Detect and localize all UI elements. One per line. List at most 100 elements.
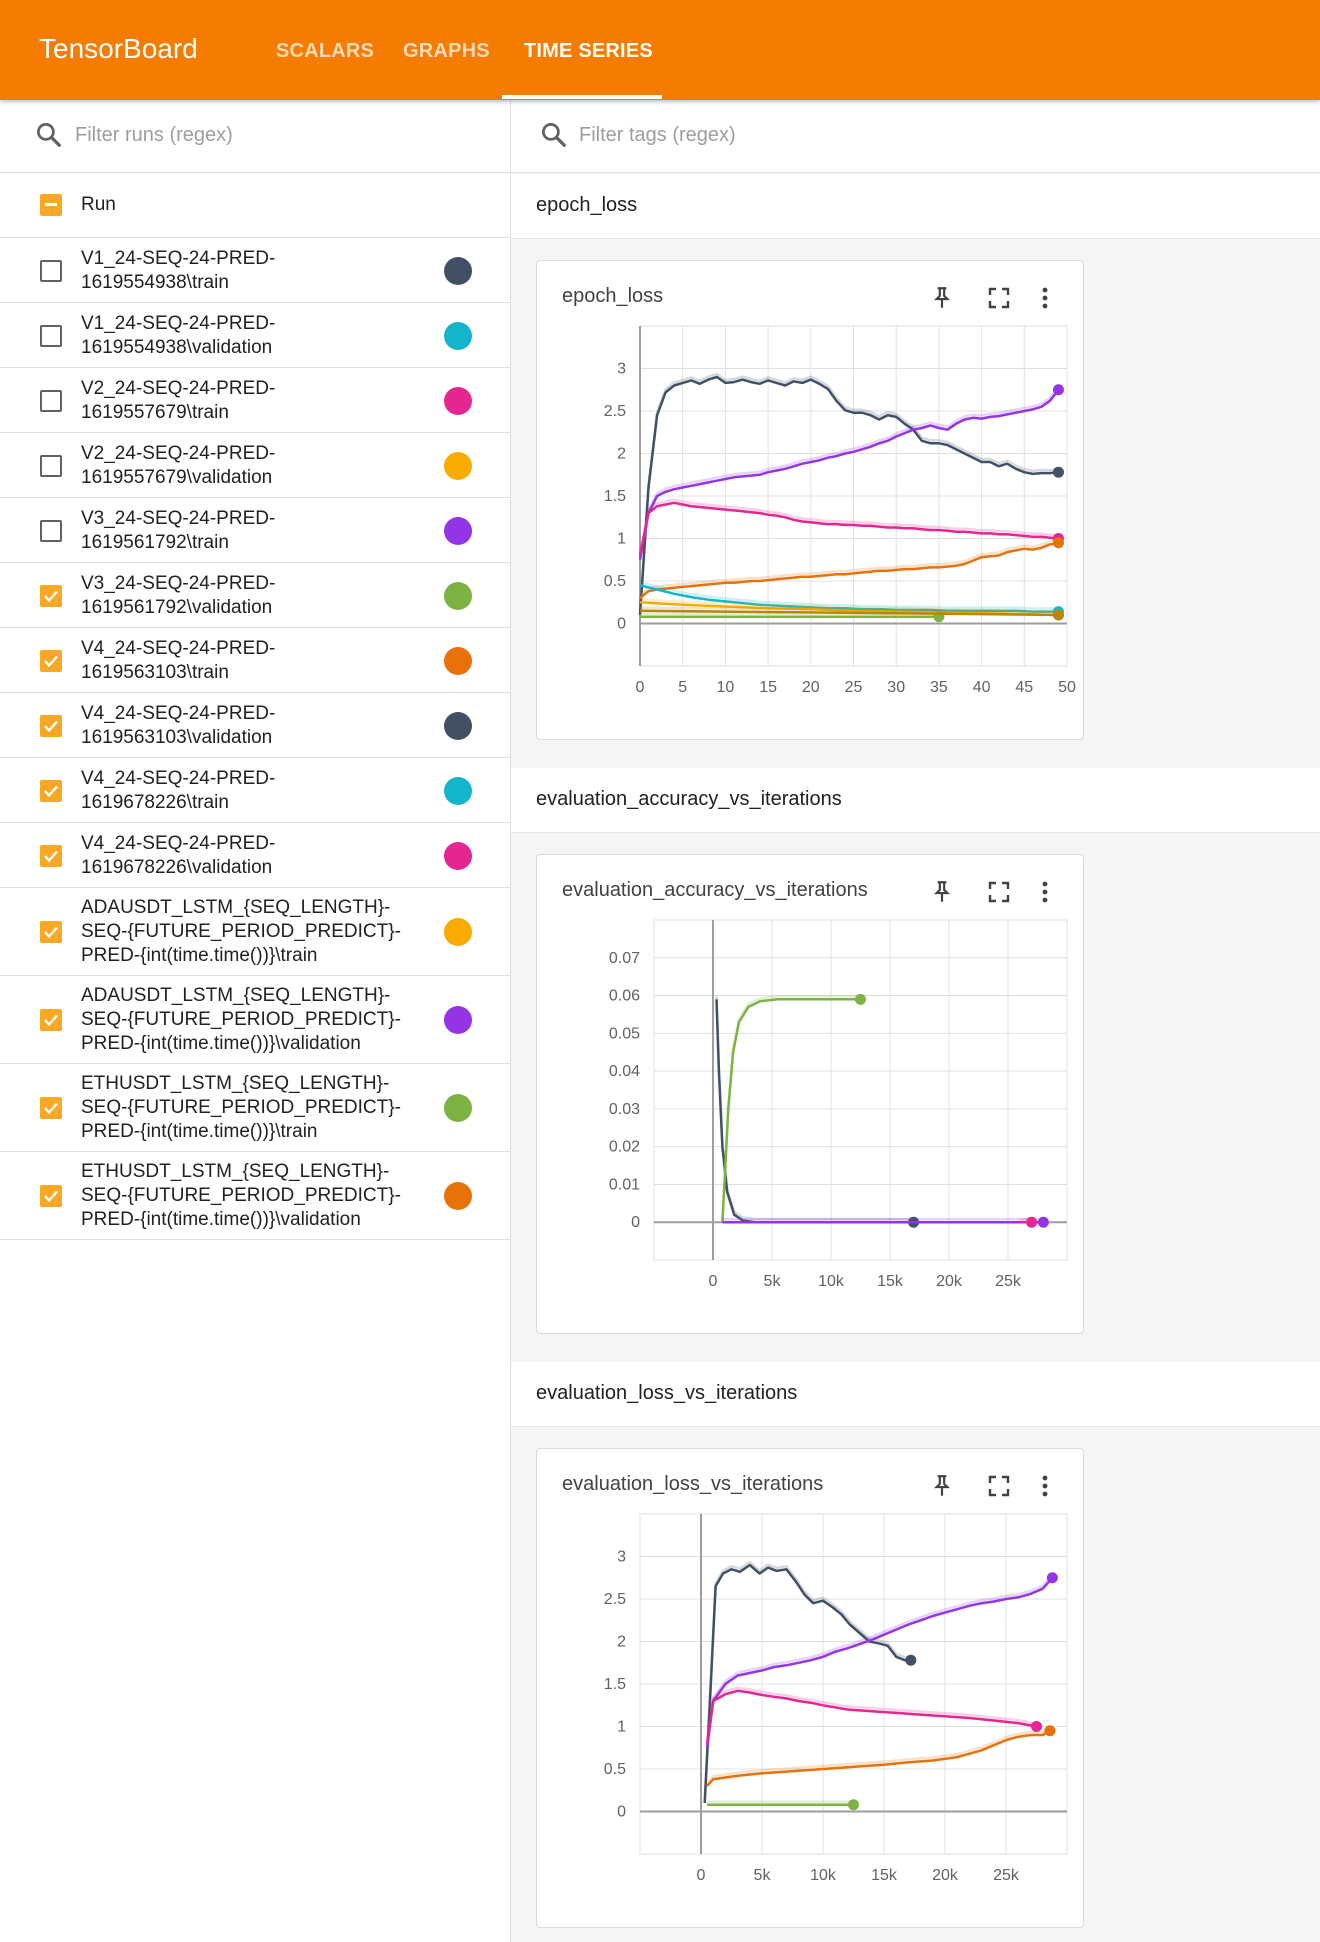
- run-color-swatch[interactable]: [444, 918, 472, 946]
- card-title: epoch_loss: [562, 285, 664, 307]
- y-tick-label: 0.03: [609, 1101, 640, 1118]
- run-checkbox[interactable]: [40, 1097, 62, 1119]
- run-row[interactable]: V1_24-SEQ-24-PRED-1619554938\validation: [0, 303, 510, 368]
- series-end-point: [1026, 1216, 1038, 1228]
- run-row[interactable]: V1_24-SEQ-24-PRED-1619554938\train: [0, 238, 510, 303]
- tab-scalars[interactable]: SCALARS: [276, 40, 374, 63]
- check-icon: [44, 1102, 58, 1115]
- series-end-point: [905, 1654, 917, 1666]
- run-label: V1_24-SEQ-24-PRED-1619554938\train: [81, 248, 276, 293]
- run-checkbox[interactable]: [40, 1185, 62, 1207]
- run-checkbox[interactable]: [40, 455, 62, 477]
- more-vert-icon[interactable]: [1033, 1473, 1057, 1499]
- select-all-checkbox[interactable]: [40, 194, 62, 216]
- pin-icon[interactable]: [929, 879, 955, 905]
- run-row[interactable]: ADAUSDT_LSTM_{SEQ_LENGTH}-SEQ-{FUTURE_PE…: [0, 888, 510, 976]
- run-checkbox[interactable]: [40, 845, 62, 867]
- run-checkbox[interactable]: [40, 390, 62, 412]
- x-tick-label: 10k: [818, 1273, 845, 1290]
- evaluation-accuracy-chart[interactable]: 0 5k 10k 15k 20k 25k 0 0.01 0.02 0.03 0.04 0.05 0.06…: [537, 915, 1083, 1325]
- y-tick-label: 0.05: [609, 1025, 640, 1042]
- run-color-swatch[interactable]: [444, 842, 472, 870]
- tab-time-series[interactable]: TIME SERIES: [524, 40, 653, 63]
- run-label: V2_24-SEQ-24-PRED-1619557679\train: [81, 378, 276, 423]
- y-tick-label: 2: [617, 446, 626, 463]
- more-vert-icon[interactable]: [1033, 285, 1057, 311]
- card-title: evaluation_loss_vs_iterations: [562, 1473, 824, 1495]
- run-label: ADAUSDT_LSTM_{SEQ_LENGTH}-SEQ-{FUTURE_PE…: [81, 897, 401, 966]
- run-color-swatch[interactable]: [444, 517, 472, 545]
- tags-filter-input[interactable]: Filter tags (regex): [579, 124, 736, 147]
- fullscreen-icon[interactable]: [987, 286, 1011, 310]
- run-color-swatch[interactable]: [444, 1006, 472, 1034]
- run-row[interactable]: V4_24-SEQ-24-PRED-1619563103\validation: [0, 693, 510, 758]
- run-checkbox[interactable]: [40, 325, 62, 347]
- pin-icon[interactable]: [929, 1473, 955, 1499]
- card-actions: [915, 879, 1055, 909]
- fullscreen-icon[interactable]: [987, 1474, 1011, 1498]
- run-color-swatch[interactable]: [444, 322, 472, 350]
- tab-graphs[interactable]: GRAPHS: [403, 40, 490, 63]
- run-checkbox[interactable]: [40, 520, 62, 542]
- x-tick-label: 25k: [993, 1867, 1020, 1884]
- series-raw-line: [639, 538, 1059, 596]
- series-end-point: [1044, 1725, 1056, 1737]
- run-checkbox[interactable]: [40, 650, 62, 672]
- run-color-swatch[interactable]: [444, 452, 472, 480]
- run-row[interactable]: ADAUSDT_LSTM_{SEQ_LENGTH}-SEQ-{FUTURE_PE…: [0, 976, 510, 1064]
- run-row[interactable]: ETHUSDT_LSTM_{SEQ_LENGTH}-SEQ-{FUTURE_PE…: [0, 1064, 510, 1152]
- run-label: ETHUSDT_LSTM_{SEQ_LENGTH}-SEQ-{FUTURE_PE…: [81, 1073, 401, 1142]
- chart-card-epoch-loss: epoch_loss 0 5 10 15 20 25 30 35 40 45 50 0 0.5 1 1.5 2…: [536, 260, 1084, 740]
- check-icon: [44, 655, 58, 668]
- active-tab-indicator: [502, 95, 662, 99]
- run-color-swatch[interactable]: [444, 257, 472, 285]
- x-tick-label: 10: [717, 679, 735, 696]
- y-tick-label: 0.01: [609, 1176, 640, 1193]
- run-checkbox[interactable]: [40, 780, 62, 802]
- run-row[interactable]: V2_24-SEQ-24-PRED-1619557679\train: [0, 368, 510, 433]
- check-icon: [44, 926, 58, 939]
- run-color-swatch[interactable]: [444, 582, 472, 610]
- series-end-point: [1052, 466, 1064, 478]
- run-row[interactable]: ETHUSDT_LSTM_{SEQ_LENGTH}-SEQ-{FUTURE_PE…: [0, 1152, 510, 1240]
- card-actions: [915, 285, 1055, 315]
- run-checkbox[interactable]: [40, 921, 62, 943]
- run-color-swatch[interactable]: [444, 1182, 472, 1210]
- run-color-swatch[interactable]: [444, 712, 472, 740]
- run-color-swatch[interactable]: [444, 387, 472, 415]
- run-row[interactable]: V2_24-SEQ-24-PRED-1619557679\validation: [0, 433, 510, 498]
- x-tick-label: 0: [709, 1273, 718, 1290]
- series-end-point: [1052, 537, 1064, 549]
- run-checkbox[interactable]: [40, 715, 62, 737]
- check-icon: [44, 1014, 58, 1027]
- tags-filter[interactable]: Filter tags (regex): [511, 100, 1320, 173]
- run-color-swatch[interactable]: [444, 647, 472, 675]
- y-tick-label: 2: [617, 1634, 626, 1651]
- more-vert-icon[interactable]: [1033, 879, 1057, 905]
- series-line: [715, 999, 914, 1224]
- x-tick-label: 50: [1058, 679, 1076, 696]
- plot-frame: [653, 919, 1068, 1261]
- run-row[interactable]: V4_24-SEQ-24-PRED-1619678226\train: [0, 758, 510, 823]
- run-checkbox[interactable]: [40, 1009, 62, 1031]
- search-icon: [37, 123, 62, 148]
- run-color-swatch[interactable]: [444, 1094, 472, 1122]
- y-tick-label: 1.5: [604, 1676, 626, 1693]
- run-row[interactable]: V3_24-SEQ-24-PRED-1619561792\train: [0, 498, 510, 563]
- run-label: V4_24-SEQ-24-PRED-1619563103\validation: [81, 703, 276, 748]
- y-tick-label: 3: [617, 1549, 626, 1566]
- run-checkbox[interactable]: [40, 585, 62, 607]
- runs-filter[interactable]: Filter runs (regex): [0, 100, 510, 173]
- run-color-swatch[interactable]: [444, 777, 472, 805]
- check-icon: [44, 590, 58, 603]
- runs-filter-input[interactable]: Filter runs (regex): [75, 124, 233, 147]
- run-row[interactable]: V4_24-SEQ-24-PRED-1619678226\validation: [0, 823, 510, 888]
- fullscreen-icon[interactable]: [987, 880, 1011, 904]
- evaluation-loss-chart[interactable]: 0 5k 10k 15k 20k 25k 0 0.5 1 1.5 2 2.5 3: [537, 1509, 1083, 1919]
- run-row[interactable]: V4_24-SEQ-24-PRED-1619563103\train: [0, 628, 510, 693]
- run-checkbox[interactable]: [40, 260, 62, 282]
- epoch-loss-chart[interactable]: 0 5 10 15 20 25 30 35 40 45 50 0 0.5 1 1.5 2 2.5 3: [537, 321, 1083, 731]
- runs-header: Run: [0, 173, 510, 238]
- pin-icon[interactable]: [929, 285, 955, 311]
- run-row[interactable]: V3_24-SEQ-24-PRED-1619561792\validation: [0, 563, 510, 628]
